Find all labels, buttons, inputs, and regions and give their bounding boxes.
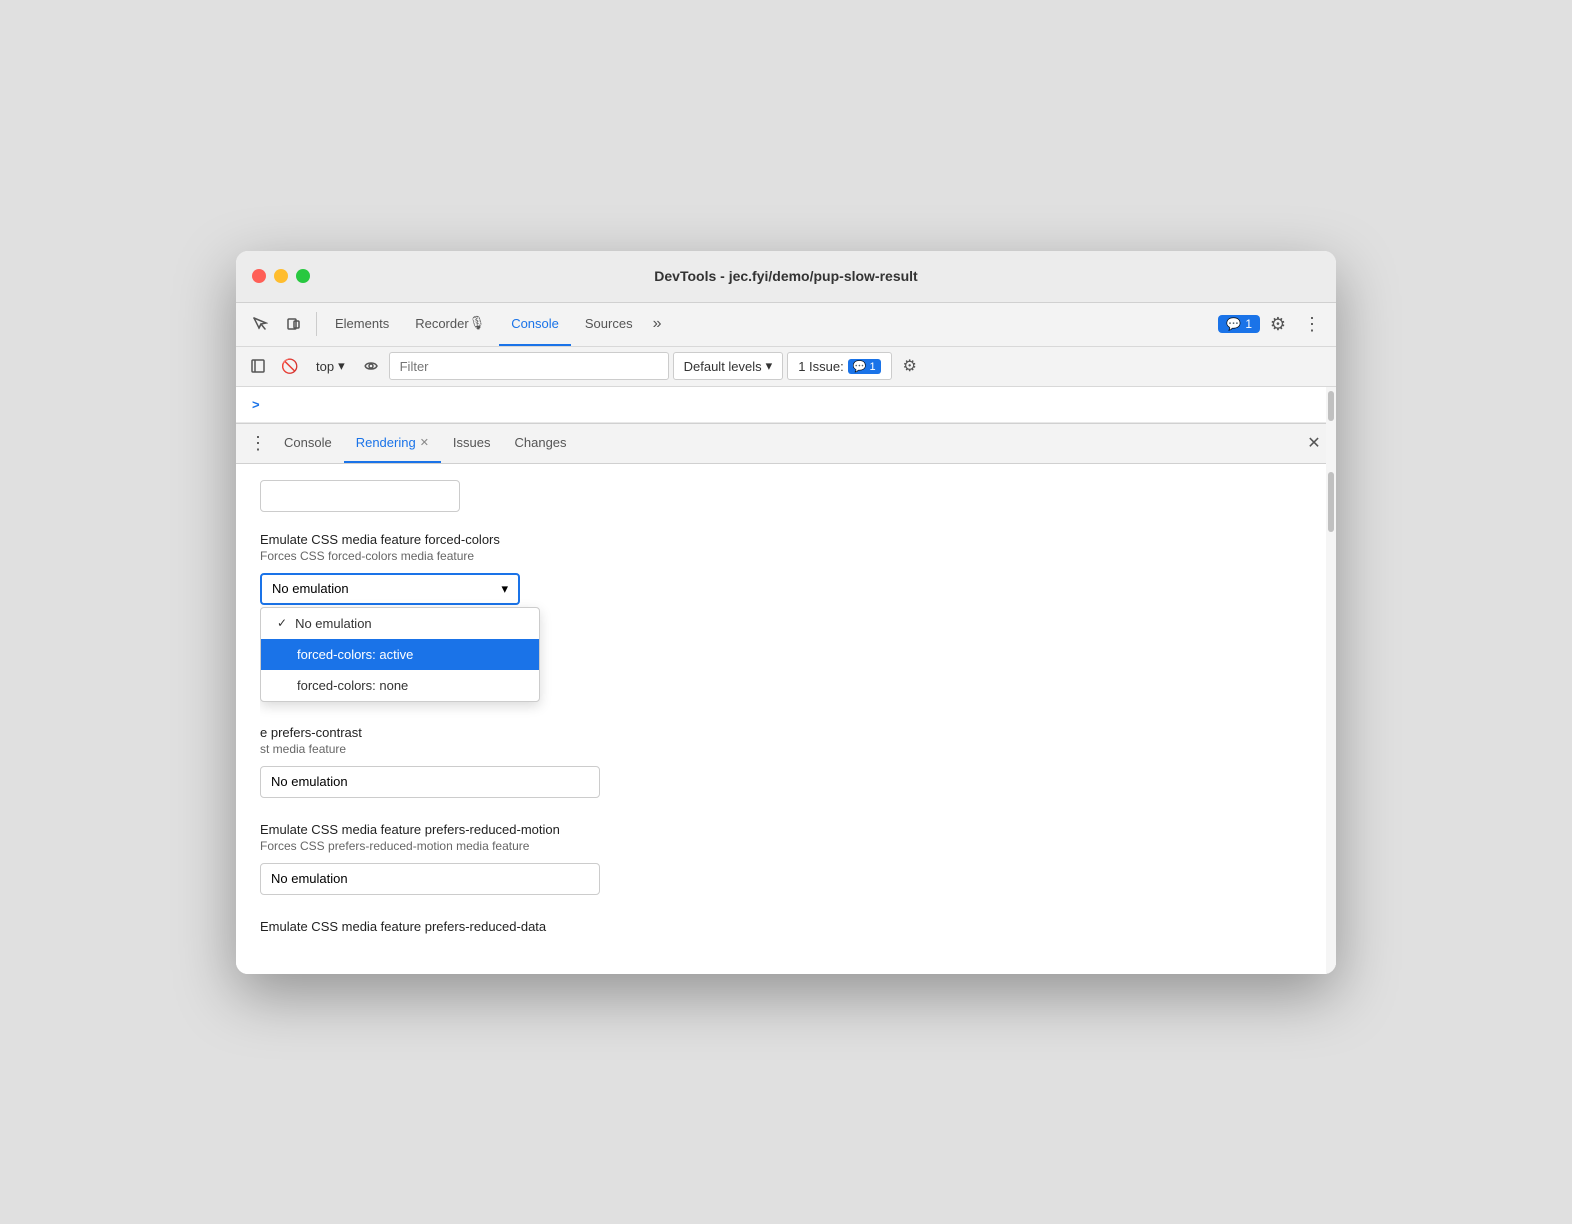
main-content-area: > ⋮ Console Rendering ✕ Issues (236, 387, 1336, 974)
rendering-panel: Emulate CSS media feature forced-colors … (236, 464, 1336, 974)
top-input-placeholder[interactable] (260, 480, 460, 512)
filter-input[interactable] (389, 352, 669, 380)
forced-colors-setting: Emulate CSS media feature forced-colors … (260, 532, 1306, 605)
minimize-button[interactable] (274, 269, 288, 283)
close-button[interactable] (252, 269, 266, 283)
drawer-more-icon[interactable]: ⋮ (244, 429, 272, 457)
prefers-contrast-title: e prefers-contrast (260, 725, 1306, 740)
rendering-scroll-area: Emulate CSS media feature forced-colors … (236, 464, 1326, 974)
sidebar-toggle-icon[interactable] (244, 352, 272, 380)
drawer-close-button[interactable]: ✕ (1300, 429, 1328, 457)
settings-icon[interactable]: ⚙ (1262, 308, 1294, 340)
nav-separator (316, 312, 317, 336)
console-toolbar: 🚫 top ▾ Default levels ▾ 1 Issue: 💬 1 ⚙ (236, 347, 1336, 387)
rendering-settings-list: Emulate CSS media feature forced-colors … (260, 464, 1306, 974)
forced-colors-dropdown-popup: No emulation forced-colors: active force… (260, 607, 540, 702)
prefers-reduced-motion-title: Emulate CSS media feature prefers-reduce… (260, 822, 1306, 837)
eye-icon[interactable] (357, 352, 385, 380)
prefers-contrast-dropdown-container: No emulation (260, 766, 600, 798)
window-title: DevTools - jec.fyi/demo/pup-slow-result (654, 268, 917, 284)
bottom-partial-title: Emulate CSS media feature prefers-reduce… (260, 919, 1306, 934)
console-prompt-area[interactable]: > (236, 387, 1336, 423)
rendering-tab-close-icon[interactable]: ✕ (420, 436, 429, 449)
rendering-scrollbar-thumb (1328, 472, 1334, 532)
drawer-tab-changes[interactable]: Changes (503, 423, 579, 463)
context-dropdown-arrow: ▾ (338, 358, 345, 374)
issue-count-badge: 💬 1 (848, 359, 881, 374)
console-settings-icon[interactable]: ⚙ (896, 352, 924, 380)
issues-button[interactable]: 1 Issue: 💬 1 (787, 352, 891, 380)
messages-badge[interactable]: 💬 1 (1218, 315, 1260, 333)
prefers-reduced-motion-setting: Emulate CSS media feature prefers-reduce… (260, 822, 1306, 895)
devtools-window: DevTools - jec.fyi/demo/pup-slow-result … (236, 251, 1336, 974)
maximize-button[interactable] (296, 269, 310, 283)
drawer-tab-rendering[interactable]: Rendering ✕ (344, 423, 441, 463)
prefers-reduced-motion-desc: Forces CSS prefers-reduced-motion media … (260, 839, 1306, 853)
dropdown-option-forced-none[interactable]: forced-colors: none (261, 670, 539, 701)
prefers-contrast-setting: e prefers-contrast st media feature No e… (260, 725, 1306, 798)
inspect-element-icon[interactable] (244, 308, 276, 340)
drawer-tab-bar: ⋮ Console Rendering ✕ Issues Changes ✕ (236, 424, 1336, 464)
dropdown-option-forced-active[interactable]: forced-colors: active (261, 639, 539, 670)
devtools-nav: Elements Recorder 🎙 Console Sources » 💬 … (236, 303, 1336, 347)
prefers-reduced-motion-dropdown-container: No emulation (260, 863, 600, 895)
forced-colors-desc: Forces CSS forced-colors media feature (260, 549, 1306, 563)
prefers-reduced-motion-dropdown[interactable]: No emulation (260, 863, 600, 895)
clear-console-icon[interactable]: 🚫 (276, 352, 304, 380)
traffic-lights (252, 269, 310, 283)
forced-colors-dropdown-container: No emulation ▾ No emulation force (260, 573, 520, 605)
device-mode-icon[interactable] (278, 308, 310, 340)
main-scrollbar-thumb (1328, 391, 1334, 421)
badge-icon: 💬 (1226, 317, 1241, 331)
more-tabs-button[interactable]: » (647, 315, 668, 333)
dropdown-option-no-emulation[interactable]: No emulation (261, 608, 539, 639)
levels-dropdown-arrow: ▾ (766, 358, 773, 374)
title-bar: DevTools - jec.fyi/demo/pup-slow-result (236, 251, 1336, 303)
rendering-scrollbar[interactable] (1326, 464, 1336, 974)
tab-elements[interactable]: Elements (323, 302, 401, 346)
tab-console[interactable]: Console (499, 302, 571, 346)
context-selector[interactable]: top ▾ (308, 352, 353, 380)
tab-recorder[interactable]: Recorder 🎙 (403, 302, 497, 346)
prefers-contrast-dropdown[interactable]: No emulation (260, 766, 600, 798)
tab-sources[interactable]: Sources (573, 302, 645, 346)
more-options-icon[interactable]: ⋮ (1296, 308, 1328, 340)
forced-colors-title: Emulate CSS media feature forced-colors (260, 532, 1306, 547)
drawer-tab-console[interactable]: Console (272, 423, 344, 463)
forced-colors-dropdown-arrow: ▾ (501, 581, 508, 597)
bottom-partial-setting: Emulate CSS media feature prefers-reduce… (260, 919, 1306, 934)
forced-colors-dropdown[interactable]: No emulation ▾ (260, 573, 520, 605)
recorder-icon: 🎙 (469, 315, 486, 331)
prefers-contrast-desc: st media feature (260, 742, 1306, 756)
drawer-tab-issues[interactable]: Issues (441, 423, 503, 463)
bottom-drawer: ⋮ Console Rendering ✕ Issues Changes ✕ (236, 423, 1336, 974)
default-levels-button[interactable]: Default levels ▾ (673, 352, 784, 380)
